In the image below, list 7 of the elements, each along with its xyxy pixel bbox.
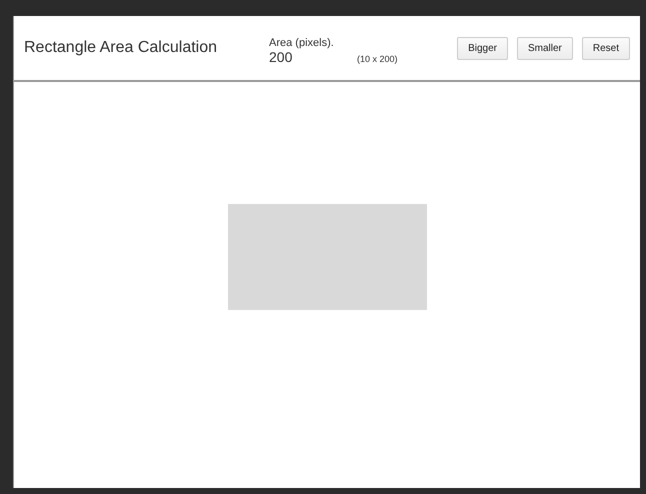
action-button[interactable]: Reset — [582, 36, 630, 60]
action-button[interactable]: Bigger — [457, 36, 508, 60]
app-title: Rectangle Area Calculation — [24, 39, 218, 57]
dimensions-text: (10 x 200) — [357, 54, 398, 64]
area-value: 200 — [269, 49, 294, 65]
area-label: Area (pixels). — [269, 37, 335, 49]
action-button[interactable]: Smaller — [516, 36, 573, 60]
